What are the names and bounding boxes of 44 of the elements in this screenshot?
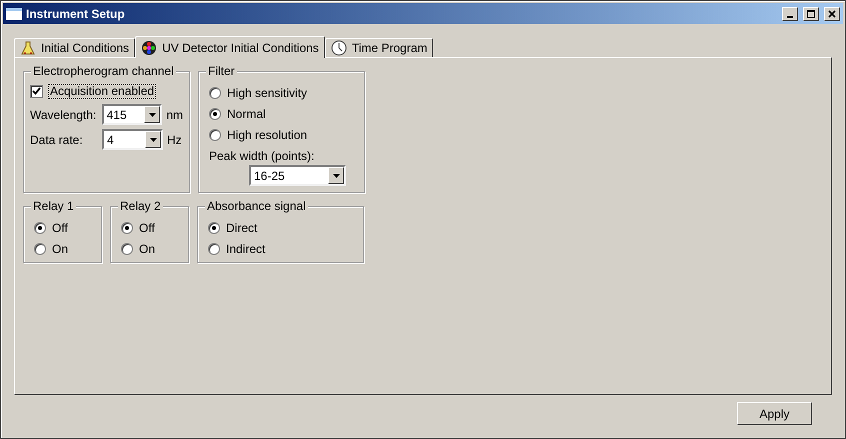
dropdown-field[interactable]: 16-25 [249,165,346,186]
radio-label: Off [139,220,155,236]
group-title: Electropherogram channel [31,64,176,78]
radio-label: Off [52,220,68,236]
group-title: Relay 2 [118,199,163,213]
radio-button[interactable] [34,242,46,254]
radio-button[interactable] [208,242,220,254]
checkbox-label: Acquisition enabled [48,84,156,98]
field-label: Peak width (points): [209,148,316,165]
radio-button[interactable] [209,128,221,140]
unit-label: nm [166,106,183,124]
color-wheel-icon [141,40,158,56]
radio-button[interactable] [209,86,221,98]
unit-label: Hz [167,132,182,148]
radio-label: Indirect [226,240,266,258]
field-label: Data rate: [30,132,84,148]
checkbox[interactable] [30,84,43,98]
group-title: Relay 1 [31,199,76,213]
window-icon [6,8,22,20]
radio-button[interactable] [34,222,46,234]
close-icon[interactable] [824,6,840,20]
field-label: Wavelength: [30,106,98,124]
tab[interactable]: UV Detector Initial Conditions [135,36,325,58]
window-title: Instrument Setup [26,6,126,22]
dropdown-field[interactable]: 415 [102,104,162,125]
radio-label: Normal [227,106,266,122]
apply-button[interactable]: Apply [737,402,812,425]
radio-label: On [139,240,156,258]
tab[interactable]: Initial Conditions [14,38,136,57]
radio-label: Direct [226,220,258,236]
maximize-icon[interactable] [803,6,819,20]
group-title: Filter [206,64,237,78]
flask-icon [20,40,36,56]
group-title: Absorbance signal [205,199,308,213]
tab[interactable]: Time Program [324,38,434,57]
dropdown-field[interactable]: 4 [102,129,163,150]
radio-button[interactable] [208,222,220,234]
minimize-icon[interactable] [782,6,798,20]
radio-button[interactable] [209,108,221,120]
radio-button[interactable] [121,242,133,254]
radio-label: High resolution [227,126,308,144]
radio-button[interactable] [121,222,133,234]
radio-label: On [52,240,68,258]
radio-label: High sensitivity [227,84,308,102]
